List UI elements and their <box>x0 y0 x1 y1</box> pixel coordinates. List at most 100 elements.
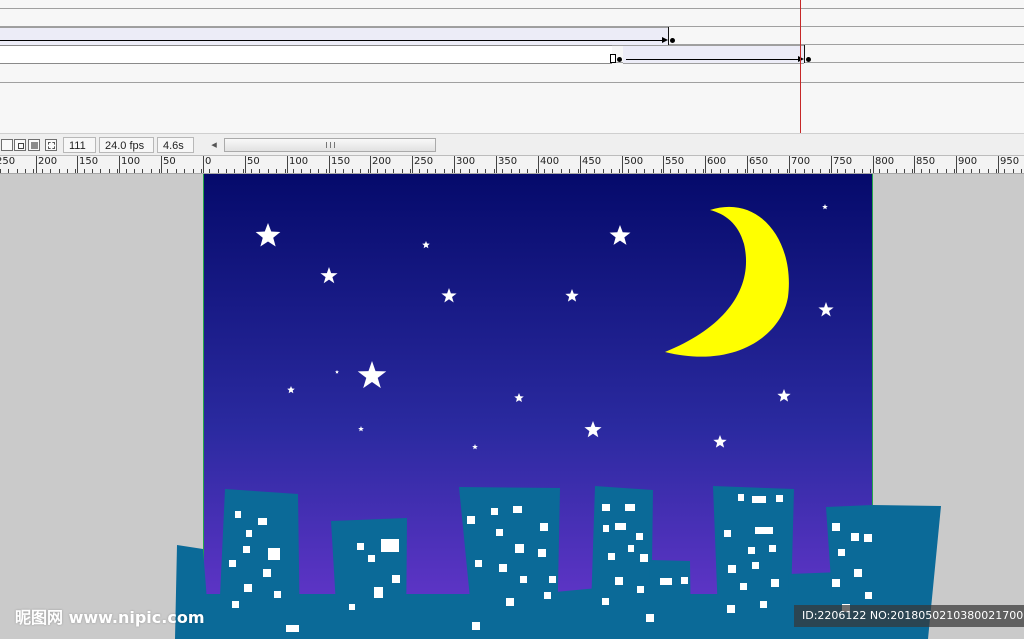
ruler-tick <box>301 169 302 173</box>
ruler-tick <box>335 169 336 173</box>
ruler-major-tick <box>329 156 330 173</box>
window-light-icon <box>258 518 267 525</box>
window-light-icon <box>475 560 482 567</box>
ruler-tick <box>703 169 704 173</box>
ruler-tick <box>988 169 989 173</box>
window-light-icon <box>381 539 399 552</box>
keyframe-dot-icon[interactable] <box>617 57 622 62</box>
onion-outline-icon[interactable] <box>28 139 40 151</box>
ruler-tick <box>92 169 93 173</box>
ruler-tick <box>1004 169 1005 173</box>
stage-ruler: 2502001501005005010015020025030035040045… <box>0 156 1024 174</box>
ruler-label: 550 <box>665 156 685 167</box>
night-city-stage-canvas[interactable] <box>0 174 1024 639</box>
stage-area[interactable]: 昵图网 www.nipic.com ID:2206122 NO:20180502… <box>0 174 1024 639</box>
ruler-tick <box>117 169 118 173</box>
ruler-tick <box>293 169 294 173</box>
ruler-tick <box>50 169 51 173</box>
frame-rate-field[interactable]: 24.0 fps <box>99 137 154 153</box>
ruler-tick <box>485 169 486 173</box>
tween-arrow-line <box>626 59 798 60</box>
window-light-icon <box>538 549 546 557</box>
window-light-icon <box>760 601 767 608</box>
window-light-icon <box>506 598 514 606</box>
window-light-icon <box>246 530 252 537</box>
ruler-tick <box>611 169 612 173</box>
ruler-major-tick <box>663 156 664 173</box>
ruler-label: 450 <box>582 156 602 167</box>
window-light-icon <box>776 495 783 502</box>
ruler-tick <box>686 169 687 173</box>
keyframe-marker[interactable] <box>804 45 805 63</box>
frame-tool-icon[interactable] <box>1 139 13 151</box>
window-light-icon <box>368 555 375 562</box>
ruler-tick <box>393 169 394 173</box>
ruler-major-tick <box>956 156 957 173</box>
ruler-tick <box>100 169 101 173</box>
window-light-icon <box>549 576 556 583</box>
tween-arrow-line <box>0 40 662 41</box>
ruler-major-tick <box>119 156 120 173</box>
window-light-icon <box>513 506 522 513</box>
ruler-tick <box>695 169 696 173</box>
horizontal-scrollbar[interactable] <box>224 138 436 152</box>
ruler-tick <box>8 169 9 173</box>
scroll-left-button[interactable]: ◂ <box>207 138 221 152</box>
ruler-major-tick <box>161 156 162 173</box>
ruler-label: 600 <box>707 156 727 167</box>
ruler-tick <box>837 169 838 173</box>
ruler-tick <box>193 169 194 173</box>
ruler-tick <box>770 169 771 173</box>
ruler-tick <box>427 169 428 173</box>
ruler-label: 650 <box>749 156 769 167</box>
keyframe-dot-icon[interactable] <box>670 38 675 43</box>
ruler-tick <box>963 169 964 173</box>
ruler-major-tick <box>580 156 581 173</box>
ruler-tick <box>385 169 386 173</box>
ruler-tick <box>452 169 453 173</box>
ruler-tick <box>670 169 671 173</box>
ruler-label: 0 <box>205 156 212 167</box>
ruler-tick <box>644 169 645 173</box>
ruler-tick <box>946 169 947 173</box>
current-frame-field[interactable]: 111 <box>63 137 96 153</box>
ruler-tick <box>259 169 260 173</box>
ruler-tick <box>862 169 863 173</box>
window-light-icon <box>636 533 643 540</box>
scroll-grip-icon[interactable] <box>326 142 335 148</box>
timeline-panel[interactable] <box>0 0 1024 133</box>
timeline-tween-span[interactable] <box>0 27 668 46</box>
onion-skin-icon[interactable] <box>14 139 26 151</box>
hollow-keyframe-icon[interactable] <box>610 54 616 63</box>
window-light-icon <box>491 508 498 515</box>
ruler-major-tick <box>412 156 413 173</box>
playhead-marker[interactable] <box>800 0 801 133</box>
window-light-icon <box>854 569 862 577</box>
window-light-icon <box>752 562 759 569</box>
ruler-tick <box>762 169 763 173</box>
window-light-icon <box>769 545 776 552</box>
window-light-icon <box>832 579 840 587</box>
window-light-icon <box>771 579 779 587</box>
keyframe-dot-icon[interactable] <box>806 57 811 62</box>
ruler-tick <box>628 169 629 173</box>
ruler-major-tick <box>873 156 874 173</box>
timeline-layer-span[interactable] <box>0 45 612 64</box>
keyframe-marker[interactable] <box>668 27 669 45</box>
ruler-tick <box>511 169 512 173</box>
ruler-tick <box>979 169 980 173</box>
window-light-icon <box>727 605 735 613</box>
site-watermark: 昵图网 www.nipic.com <box>15 608 205 627</box>
ruler-tick <box>243 169 244 173</box>
ruler-tick <box>25 169 26 173</box>
ruler-tick <box>59 169 60 173</box>
window-light-icon <box>472 622 480 630</box>
ruler-tick <box>795 169 796 173</box>
ruler-major-tick <box>789 156 790 173</box>
ruler-tick <box>820 169 821 173</box>
timeline-tween-span-second[interactable] <box>623 45 804 64</box>
window-light-icon <box>637 586 644 593</box>
ruler-major-tick <box>77 156 78 173</box>
ruler-label: 50 <box>247 156 260 167</box>
edit-multiple-frames-icon[interactable] <box>45 139 57 151</box>
